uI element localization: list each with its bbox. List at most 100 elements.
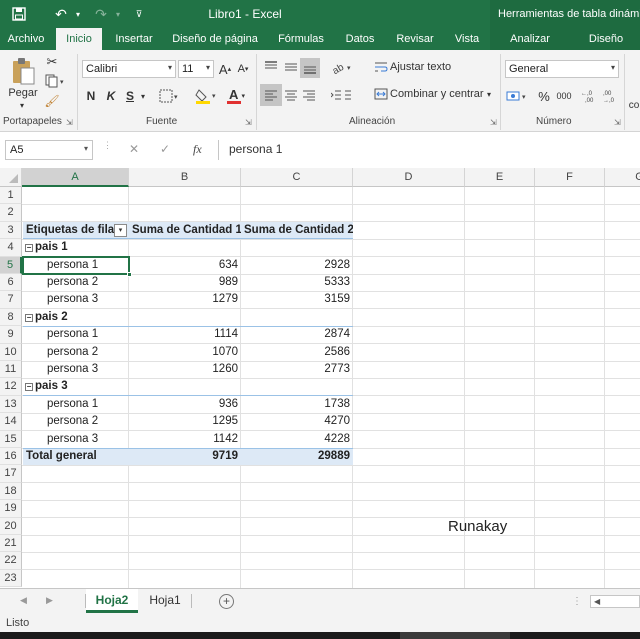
row-header-20[interactable]: 20	[0, 517, 22, 535]
clipboard-launcher-icon[interactable]: ⇲	[66, 118, 73, 127]
row-header-9[interactable]: 9	[0, 326, 22, 344]
pivot-header-sum-1[interactable]: Suma de Cantidad 1	[129, 222, 241, 239]
sheet-tab-hoja2[interactable]: Hoja2	[86, 589, 138, 613]
column-header-a[interactable]: A	[22, 168, 129, 187]
row-header-8[interactable]: 8	[0, 308, 22, 327]
fill-handle[interactable]	[127, 272, 132, 277]
pivot-value-cell[interactable]: 5333	[241, 274, 353, 291]
tab-revisar[interactable]: Revisar	[390, 28, 440, 50]
worksheet-grid[interactable]: A B C D E F G 1 2 3 4 5 6 7 8 9 10 11 12…	[0, 168, 640, 588]
alignment-launcher-icon[interactable]: ⇲	[490, 118, 497, 127]
row-header-3[interactable]: 3	[0, 221, 22, 240]
pivot-item-label[interactable]: persona 3	[23, 291, 128, 308]
pivot-group-row[interactable]: − pais 2	[23, 309, 128, 326]
filter-dropdown-icon[interactable]: ▾	[114, 223, 127, 237]
row-header-1[interactable]: 1	[0, 187, 22, 205]
paste-dropdown-icon[interactable]: ▾	[14, 100, 30, 110]
select-all-corner[interactable]	[0, 168, 22, 187]
accounting-format-icon[interactable]: ▾	[505, 87, 531, 105]
orientation-icon[interactable]: ab ▾	[330, 58, 354, 76]
row-header-23[interactable]: 23	[0, 569, 22, 588]
enter-icon[interactable]: ✓	[160, 142, 170, 156]
row-header-19[interactable]: 19	[0, 500, 22, 518]
pivot-total-value[interactable]: 29889	[241, 448, 353, 465]
collapse-icon[interactable]: −	[25, 383, 33, 392]
pivot-value-cell[interactable]: 936	[129, 396, 241, 413]
row-header-15[interactable]: 15	[0, 430, 22, 448]
add-sheet-button[interactable]: +	[219, 594, 234, 609]
row-header-22[interactable]: 22	[0, 552, 22, 570]
name-box[interactable]: A5 ▾	[5, 140, 93, 160]
row-header-18[interactable]: 18	[0, 482, 22, 501]
pivot-value-cell[interactable]: 1260	[129, 361, 241, 378]
row-header-17[interactable]: 17	[0, 465, 22, 483]
pivot-item-label[interactable]: persona 3	[23, 431, 128, 448]
number-format-select[interactable]: General ▾	[505, 60, 619, 78]
pivot-value-cell[interactable]: 4270	[241, 413, 353, 430]
cancel-icon[interactable]: ✕	[129, 142, 139, 156]
pivot-value-cell[interactable]: 1279	[129, 291, 241, 308]
merge-center-icon[interactable]	[372, 86, 390, 102]
merge-center-button[interactable]: Combinar y centrar	[390, 86, 484, 102]
horizontal-scrollbar[interactable]: ◀	[590, 595, 640, 608]
align-middle-icon[interactable]	[282, 58, 300, 76]
paste-icon[interactable]	[8, 56, 38, 88]
align-left-icon[interactable]	[260, 84, 282, 106]
pivot-value-cell[interactable]: 1295	[129, 413, 241, 430]
tab-diseno[interactable]: Diseño	[582, 28, 630, 50]
tab-datos[interactable]: Datos	[338, 28, 382, 50]
row-header-2[interactable]: 2	[0, 204, 22, 222]
bold-button[interactable]: N	[84, 87, 98, 105]
copy-icon[interactable]: ▾	[44, 73, 68, 89]
pivot-value-cell[interactable]: 2773	[241, 361, 353, 378]
row-header-7[interactable]: 7	[0, 291, 22, 309]
tab-archivo[interactable]: Archivo	[0, 28, 52, 50]
column-header-c[interactable]: C	[241, 168, 353, 187]
pivot-total-label[interactable]: Total general	[23, 448, 128, 465]
tab-formulas[interactable]: Fórmulas	[272, 28, 330, 50]
column-header-d[interactable]: D	[353, 168, 465, 187]
row-header-12[interactable]: 12	[0, 378, 22, 396]
pivot-value-cell[interactable]: 1142	[129, 431, 241, 448]
pivot-item-label[interactable]: persona 2	[23, 413, 128, 430]
borders-icon[interactable]: ▾	[158, 87, 182, 105]
percent-button[interactable]: %	[536, 87, 552, 105]
row-header-11[interactable]: 11	[0, 361, 22, 379]
pivot-item-label[interactable]: persona 1	[23, 326, 128, 343]
increase-font-icon[interactable]: A ▴	[217, 60, 233, 78]
align-right-icon[interactable]	[300, 86, 318, 104]
prev-sheet-icon[interactable]: ◀	[20, 595, 27, 606]
formula-input[interactable]: persona 1	[218, 140, 640, 160]
column-header-e[interactable]: E	[465, 168, 535, 187]
pivot-value-cell[interactable]: 989	[129, 274, 241, 291]
collapse-icon[interactable]: −	[25, 244, 33, 253]
pivot-header-sum-2[interactable]: Suma de Cantidad 2	[241, 222, 353, 239]
tab-analizar[interactable]: Analizar	[503, 28, 557, 50]
format-painter-icon[interactable]: 🖌	[44, 93, 60, 109]
row-header-6[interactable]: 6	[0, 274, 22, 292]
row-header-5[interactable]: 5	[0, 256, 22, 274]
row-header-16[interactable]: 16	[0, 448, 22, 466]
pivot-value-cell[interactable]: 1738	[241, 396, 353, 413]
scroll-left-icon[interactable]: ◀	[594, 597, 600, 606]
row-header-14[interactable]: 14	[0, 413, 22, 431]
cut-icon[interactable]: ✂	[44, 54, 60, 70]
tab-inicio[interactable]: Inicio	[56, 28, 102, 50]
font-color-icon[interactable]: A ▾	[224, 86, 250, 106]
font-launcher-icon[interactable]: ⇲	[245, 118, 252, 127]
increase-decimal-icon[interactable]: ←,0,00	[580, 87, 600, 105]
split-handle-icon[interactable]: ⋮	[572, 596, 582, 607]
indent-icon[interactable]	[330, 86, 354, 104]
pivot-header-row-labels[interactable]: Etiquetas de fila	[23, 222, 115, 239]
pivot-group-row[interactable]: − pais 1	[23, 239, 128, 256]
pivot-value-cell[interactable]: 2874	[241, 326, 353, 343]
row-header-4[interactable]: 4	[0, 239, 22, 257]
row-header-21[interactable]: 21	[0, 535, 22, 553]
resize-handle-icon[interactable]: ⋮	[103, 140, 112, 151]
wrap-text-icon[interactable]	[372, 59, 390, 75]
row-header-10[interactable]: 10	[0, 343, 22, 361]
decrease-font-icon[interactable]: A ▾	[235, 60, 251, 78]
pivot-item-label[interactable]: persona 3	[23, 361, 128, 378]
pivot-value-cell[interactable]: 1070	[129, 344, 241, 361]
insert-function-icon[interactable]: fx	[193, 142, 202, 157]
